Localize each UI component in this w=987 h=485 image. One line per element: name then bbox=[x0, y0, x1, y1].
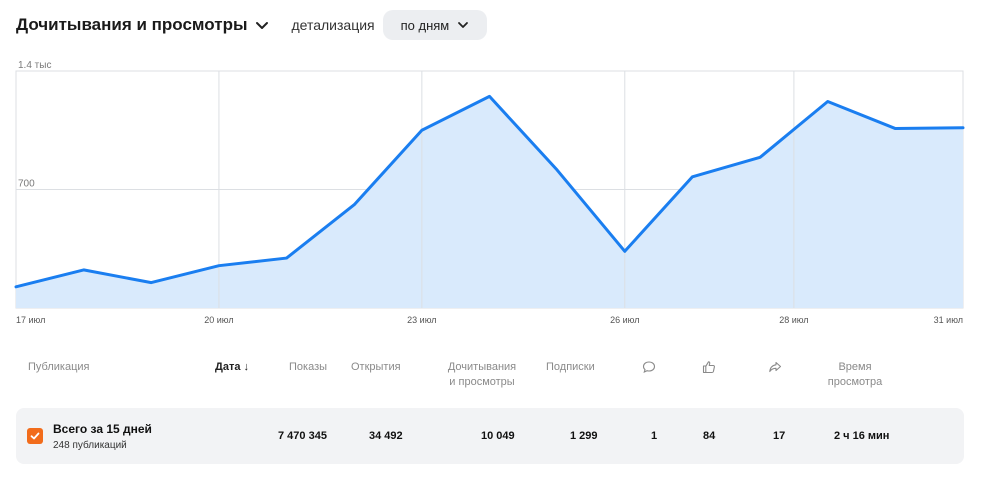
comment-icon bbox=[642, 361, 656, 374]
col-date-label: Дата bbox=[215, 361, 241, 373]
detail-dropdown[interactable]: по дням bbox=[382, 10, 488, 40]
total-checkbox[interactable] bbox=[27, 428, 43, 444]
total-subtitle: 248 публикаций bbox=[53, 440, 127, 451]
page-title: Дочитывания и просмотры bbox=[16, 15, 248, 34]
detail-dropdown-value: по дням bbox=[400, 17, 450, 33]
y-tick-label: 1.4 тыс bbox=[18, 60, 51, 71]
col-reads-line1: Дочитывания bbox=[447, 361, 517, 373]
y-tick-label: 700 bbox=[18, 179, 35, 190]
total-opens: 34 492 bbox=[369, 430, 403, 442]
total-subs: 1 299 bbox=[570, 430, 598, 442]
col-reads-line2: и просмотры bbox=[449, 376, 515, 388]
col-shows: Показы bbox=[289, 361, 328, 373]
col-opens: Открытия bbox=[351, 361, 401, 373]
x-tick-label: 17 июл bbox=[16, 315, 45, 325]
total-view-time: 2 ч 16 мин bbox=[834, 430, 890, 442]
col-publication: Публикация bbox=[28, 361, 90, 373]
area-chart: 07001.4 тыс17 июл20 июл23 июл26 июл28 ию… bbox=[14, 60, 965, 325]
header: Дочитывания и просмотры детализация по д… bbox=[16, 10, 488, 40]
x-tick-label: 26 июл bbox=[610, 315, 639, 325]
thumbs-up-icon bbox=[702, 361, 715, 374]
chevron-down-icon bbox=[458, 22, 469, 28]
col-view-time: Время просмотра bbox=[820, 360, 890, 390]
col-subs: Подписки bbox=[546, 361, 595, 373]
col-time-line2: просмотра bbox=[827, 376, 883, 388]
total-likes: 84 bbox=[703, 430, 716, 442]
detail-label: детализация bbox=[291, 17, 375, 33]
x-tick-label: 20 июл bbox=[204, 315, 233, 325]
col-reads: Дочитывания и просмотры bbox=[442, 360, 522, 390]
total-title: Всего за 15 дней bbox=[53, 422, 152, 436]
total-shows: 7 470 345 bbox=[278, 430, 327, 442]
sort-arrow-icon: ↓ bbox=[243, 361, 249, 373]
check-icon bbox=[30, 432, 40, 440]
share-icon bbox=[769, 361, 782, 373]
total-reposts: 17 bbox=[773, 430, 786, 442]
area-fill bbox=[16, 96, 963, 308]
chevron-down-icon[interactable] bbox=[255, 18, 269, 32]
x-tick-label: 28 июл bbox=[779, 315, 808, 325]
chart: 07001.4 тыс17 июл20 июл23 июл26 июл28 ию… bbox=[0, 55, 987, 330]
total-comments: 1 bbox=[651, 430, 658, 442]
col-date[interactable]: Дата ↓ bbox=[215, 360, 249, 375]
x-tick-label: 31 июл bbox=[934, 315, 963, 325]
total-reads: 10 049 bbox=[481, 430, 515, 442]
col-time-line1: Время bbox=[838, 361, 872, 373]
x-tick-label: 23 июл bbox=[407, 315, 436, 325]
total-row: Всего за 15 дней 248 публикаций 7 470 34… bbox=[16, 408, 964, 464]
